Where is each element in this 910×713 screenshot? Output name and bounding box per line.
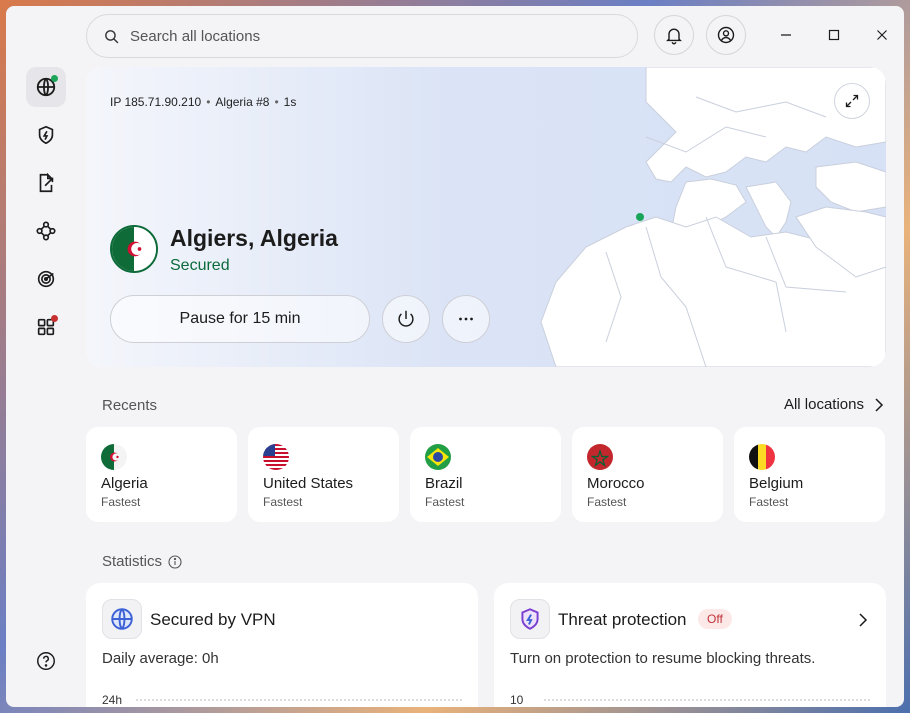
recent-location-sub: Fastest [587, 495, 627, 509]
chevron-right-icon [875, 397, 884, 412]
vpn-chart-axis-label: 24h [102, 693, 123, 707]
sidebar-item-help[interactable] [26, 641, 66, 681]
split-tunnel-icon [39, 172, 54, 193]
sidebar-item-threat-protection[interactable] [26, 115, 66, 155]
vpn-daily-average: Daily average: 0h [102, 650, 219, 667]
chevron-right-icon[interactable] [858, 612, 868, 628]
disconnect-button[interactable] [382, 295, 430, 343]
meshnet-icon [36, 221, 56, 241]
minimize-button[interactable] [774, 23, 798, 47]
connection-duration: 1s [283, 95, 297, 109]
recent-location-name: Morocco [587, 475, 645, 492]
recents-label: Recents [102, 397, 158, 414]
statistics-header: Statistics [102, 553, 182, 570]
target-icon [37, 270, 55, 288]
status-badge: Off [698, 609, 732, 629]
connected-badge [51, 75, 58, 82]
threat-icon-box [510, 599, 550, 639]
info-icon[interactable] [168, 554, 182, 569]
more-options-button[interactable] [442, 295, 490, 343]
connection-info: IP 185.71.90.210 • Algeria #8 • 1s [110, 95, 297, 109]
recent-location-sub: Fastest [263, 495, 303, 509]
shield-bolt-icon [521, 608, 539, 630]
sidebar-item-vpn[interactable] [26, 67, 66, 107]
recent-location-card[interactable]: Brazil Fastest [410, 427, 561, 522]
all-locations-link[interactable]: All locations [784, 396, 884, 413]
recent-location-sub: Fastest [101, 495, 141, 509]
vpn-stats-icon-box [102, 599, 142, 639]
recent-location-card[interactable]: Belgium Fastest [734, 427, 885, 522]
help-icon [37, 652, 55, 670]
expand-icon [845, 94, 859, 108]
recent-location-sub: Fastest [749, 495, 789, 509]
sidebar-item-apps[interactable] [26, 307, 66, 347]
vpn-chart-gridline [136, 699, 462, 701]
belgium-flag-icon [749, 444, 775, 470]
maximize-icon [828, 29, 840, 41]
pause-button[interactable]: Pause for 15 min [110, 295, 370, 343]
algeria-flag-icon [110, 225, 158, 273]
bell-icon [666, 28, 682, 45]
connection-status: Secured [170, 257, 230, 274]
threat-protection-desc: Turn on protection to resume blocking th… [510, 650, 816, 667]
algeria-flag-icon [101, 444, 127, 470]
shield-bolt-icon [38, 125, 54, 145]
recent-location-sub: Fastest [425, 495, 465, 509]
globe-icon [111, 608, 133, 630]
statistics-label: Statistics [102, 553, 163, 570]
recent-location-card[interactable]: Morocco Fastest [572, 427, 723, 522]
notifications-button[interactable] [654, 15, 694, 55]
ip-address: IP 185.71.90.210 [110, 95, 202, 109]
app-window: IP 185.71.90.210 • Algeria #8 • 1s Algie… [6, 6, 904, 707]
all-locations-label: All locations [783, 396, 864, 413]
brazil-flag-icon [425, 444, 451, 470]
power-icon [398, 310, 414, 327]
threat-protection-title: Threat protection [558, 610, 687, 629]
connection-map-card: IP 185.71.90.210 • Algeria #8 • 1s Algie… [86, 67, 886, 367]
sidebar-item-split-tunneling[interactable] [26, 163, 66, 203]
united-states-flag-icon [263, 444, 289, 470]
threat-chart-axis-label: 10 [510, 693, 524, 707]
notification-badge [51, 315, 58, 322]
search-input[interactable] [130, 27, 610, 45]
sidebar-item-meshnet[interactable] [26, 211, 66, 251]
more-horizontal-icon [459, 317, 473, 321]
vpn-stats-card[interactable]: Secured by VPN Daily average: 0h 24h [86, 583, 478, 707]
recent-location-name: United States [263, 475, 354, 492]
threat-protection-card[interactable]: Threat protection Off Turn on protection… [494, 583, 886, 707]
morocco-flag-icon [587, 444, 613, 470]
recent-location-card[interactable]: Algeria Fastest [86, 427, 237, 522]
user-icon [717, 26, 735, 44]
account-button[interactable] [706, 15, 746, 55]
recent-location-name: Algeria [101, 475, 148, 492]
recent-location-card[interactable]: United States Fastest [248, 427, 399, 522]
search-icon [105, 29, 119, 43]
maximize-button[interactable] [822, 23, 846, 47]
recent-location-name: Brazil [425, 475, 463, 492]
close-button[interactable] [870, 23, 894, 47]
expand-map-button[interactable] [834, 83, 870, 119]
recent-location-name: Belgium [749, 475, 804, 492]
sidebar [6, 6, 86, 707]
connected-location-title: Algiers, Algeria [170, 225, 338, 251]
minimize-icon [781, 34, 791, 36]
server-name: Algeria #8 [215, 95, 270, 109]
threat-chart-gridline [544, 699, 870, 701]
sidebar-item-dark-web-monitor[interactable] [26, 259, 66, 299]
server-location-dot [636, 213, 644, 221]
close-icon [877, 30, 887, 40]
search-bar[interactable] [86, 14, 638, 58]
vpn-stats-title: Secured by VPN [150, 610, 276, 629]
